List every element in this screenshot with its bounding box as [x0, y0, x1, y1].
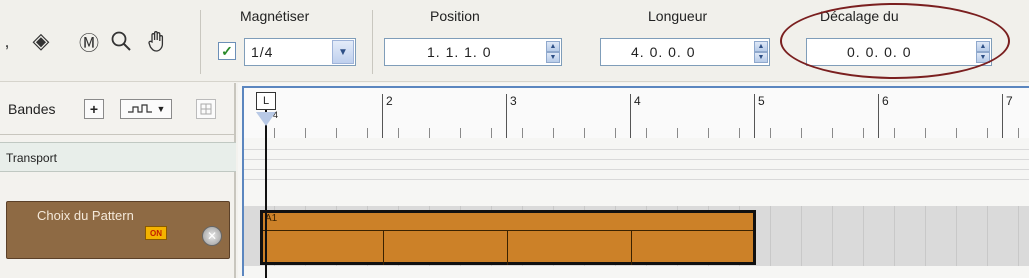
- bar-number: 5: [758, 94, 765, 108]
- add-band-button[interactable]: +: [84, 99, 104, 119]
- spin-up-icon[interactable]: ▲: [976, 41, 990, 52]
- mute-icon[interactable]: Ⓜ: [76, 26, 102, 56]
- spin-down-icon[interactable]: ▼: [976, 52, 990, 63]
- grid-icon: [200, 103, 212, 115]
- ruler-ticks: [244, 128, 1029, 138]
- bar-number: 6: [882, 94, 889, 108]
- pencil-icon[interactable]: ‚: [2, 26, 12, 56]
- transport-track[interactable]: Transport: [0, 142, 236, 172]
- toolbar-separator: [200, 10, 201, 74]
- position-value: 1. 1. 1. 0: [427, 44, 492, 60]
- track-list: Bandes + ▼ Transport Choix du Pattern ON…: [0, 83, 236, 278]
- chevron-down-icon: ▼: [156, 104, 166, 114]
- arrange-area[interactable]: 2 3 4 5 6 7 A1 L 4: [238, 83, 1029, 278]
- clip-divider: [383, 230, 384, 265]
- snap-value: 1/4: [251, 44, 274, 60]
- close-icon[interactable]: ✕: [202, 226, 222, 246]
- position-label: Position: [430, 8, 480, 24]
- length-label: Longueur: [648, 8, 708, 24]
- snap-checkbox[interactable]: ✓: [218, 42, 236, 60]
- chevron-down-icon[interactable]: ▼: [332, 40, 354, 64]
- bar-number: 7: [1006, 94, 1013, 108]
- length-spinner[interactable]: ▲ ▼: [753, 39, 769, 65]
- hand-icon[interactable]: [142, 26, 172, 56]
- length-field[interactable]: 4. 0. 0. 0 ▲ ▼: [600, 38, 770, 66]
- arrange-frame: 2 3 4 5 6 7 A1 L 4: [242, 86, 1029, 278]
- pattern-track[interactable]: Choix du Pattern ON ✕: [6, 201, 230, 259]
- length-value: 4. 0. 0. 0: [631, 44, 696, 60]
- snap-select[interactable]: 1/4 ▼: [244, 38, 356, 66]
- offset-label: Décalage du: [820, 8, 899, 24]
- toolbar: ‚ ◈ Ⓜ Magnétiser ✓ 1/4 ▼ Position 1. 1. …: [0, 0, 1029, 82]
- band-type-dropdown[interactable]: ▼: [120, 99, 172, 119]
- bar-number: 4: [634, 94, 641, 108]
- offset-spinner[interactable]: ▲ ▼: [975, 39, 991, 65]
- clip-divider: [263, 230, 753, 231]
- position-field[interactable]: 1. 1. 1. 0 ▲ ▼: [384, 38, 562, 66]
- bar-number: 3: [510, 94, 517, 108]
- transport-lane: [244, 140, 1029, 186]
- song-position-line[interactable]: [265, 106, 267, 278]
- timeline-ruler[interactable]: 2 3 4 5 6 7: [244, 88, 1029, 138]
- eraser-icon[interactable]: ◈: [28, 26, 54, 56]
- offset-value: 0. 0. 0. 0: [847, 44, 912, 60]
- left-locator-flag[interactable]: L: [256, 92, 276, 110]
- spin-down-icon[interactable]: ▼: [546, 52, 560, 63]
- waveform-icon: [127, 104, 152, 113]
- offset-field[interactable]: 0. 0. 0. 0 ▲ ▼: [806, 38, 992, 66]
- magnify-icon[interactable]: [108, 26, 134, 56]
- toolbar-separator: [372, 10, 373, 74]
- snap-label: Magnétiser: [240, 8, 310, 24]
- spin-up-icon[interactable]: ▲: [546, 41, 560, 52]
- bands-label: Bandes: [8, 101, 56, 117]
- pattern-track-label: Choix du Pattern: [37, 208, 134, 223]
- spin-up-icon[interactable]: ▲: [754, 41, 768, 52]
- position-spinner[interactable]: ▲ ▼: [545, 39, 561, 65]
- spin-down-icon[interactable]: ▼: [754, 52, 768, 63]
- clip-divider: [631, 230, 632, 265]
- on-toggle[interactable]: ON: [145, 226, 167, 240]
- band-options-button[interactable]: [196, 99, 216, 119]
- clip-divider: [507, 230, 508, 265]
- bands-header: Bandes + ▼: [0, 83, 236, 135]
- pattern-clip[interactable]: A1: [260, 210, 756, 265]
- bar-number: 2: [386, 94, 393, 108]
- locator-subdivision: 4: [273, 110, 279, 120]
